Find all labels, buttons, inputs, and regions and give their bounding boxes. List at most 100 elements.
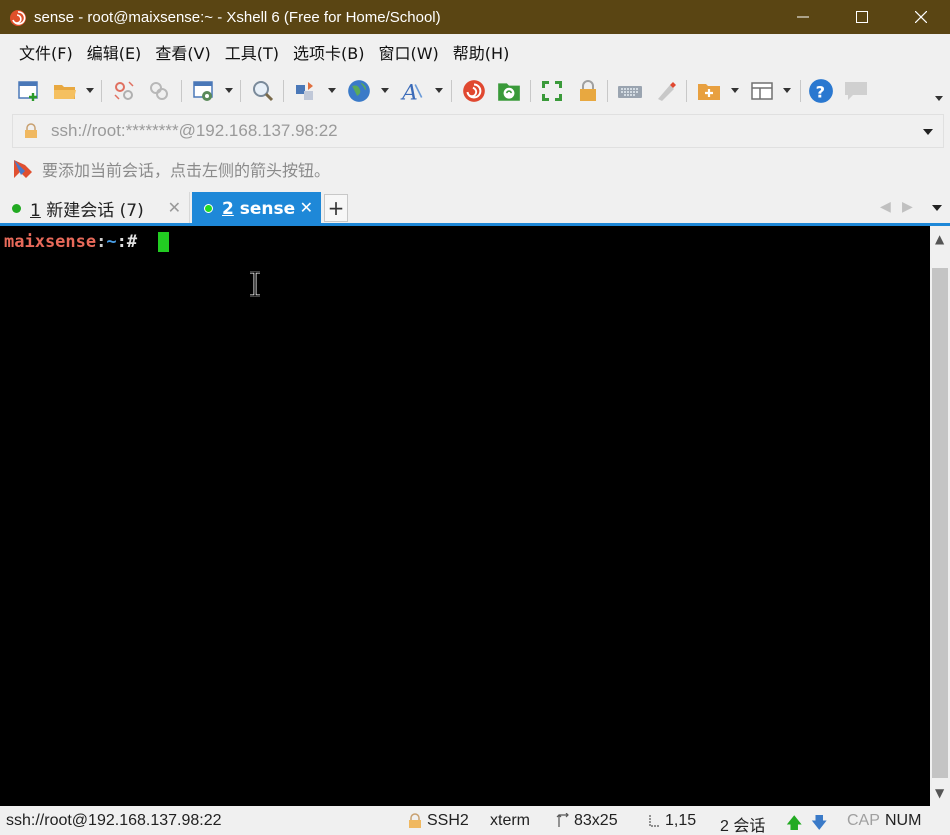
open-dropdown-arrow[interactable] <box>86 88 94 93</box>
layout-button[interactable] <box>749 78 775 104</box>
properties-dropdown-arrow[interactable] <box>225 88 233 93</box>
resize-icon <box>556 813 569 827</box>
new-folder-button[interactable] <box>696 78 722 104</box>
layout-dropdown-arrow[interactable] <box>783 88 791 93</box>
font-button[interactable]: A <box>400 78 426 104</box>
lock-button[interactable] <box>575 78 601 104</box>
tab-list-dropdown-arrow[interactable] <box>932 205 942 211</box>
address-bar[interactable]: ssh://root:********@192.168.137.98:22 <box>12 114 944 148</box>
find-button[interactable] <box>250 78 276 104</box>
status-dot <box>204 204 213 213</box>
shell-prompt: maixsense:~:# <box>4 232 137 252</box>
scrollbar-thumb[interactable] <box>932 268 948 778</box>
status-connection: ssh://root@192.168.137.98:22 <box>6 812 222 829</box>
tab-close-icon[interactable]: ✕ <box>168 198 181 217</box>
status-protocol: SSH2 <box>427 812 469 829</box>
toolbar-overflow-arrow[interactable] <box>935 96 943 101</box>
status-num: NUM <box>885 812 922 829</box>
toolbar-separator <box>181 80 182 102</box>
menu-tabs[interactable]: 选项卡(B) <box>286 40 371 64</box>
menu-tools[interactable]: 工具(T) <box>218 40 286 64</box>
toolbar-separator <box>607 80 608 102</box>
minimize-button[interactable] <box>773 0 832 34</box>
scroll-up-icon[interactable]: ▲ <box>935 232 944 246</box>
tab-label: 2 sense <box>222 198 296 219</box>
toolbar-separator <box>530 80 531 102</box>
terminal-scrollbar[interactable]: ▲ ▼ <box>930 226 950 806</box>
svg-text:A: A <box>400 81 418 104</box>
globe-button[interactable] <box>346 78 372 104</box>
prompt-colon: : <box>96 232 107 252</box>
toolbar-separator <box>686 80 687 102</box>
status-bar: ssh://root@192.168.137.98:22 SSH2 xterm … <box>0 806 950 835</box>
chat-icon <box>845 82 867 100</box>
menu-edit[interactable]: 编辑(E) <box>80 40 149 64</box>
status-size: 83x25 <box>574 812 618 829</box>
reconnect-icon <box>150 82 168 100</box>
menu-view[interactable]: 查看(V) <box>148 40 217 64</box>
status-position: 1,15 <box>665 812 697 829</box>
disconnect-button[interactable] <box>111 78 137 104</box>
tab-close-icon[interactable]: ✕ <box>300 198 313 217</box>
transfer-dropdown-arrow[interactable] <box>328 88 336 93</box>
keyboard-button[interactable] <box>617 78 643 104</box>
tab-scroll-right-icon[interactable]: ▶ <box>902 199 913 215</box>
disconnect-icon <box>114 81 134 100</box>
xshell-button[interactable] <box>461 78 487 104</box>
address-field[interactable]: ssh://root:********@192.168.137.98:22 <box>51 121 338 141</box>
fullscreen-button[interactable] <box>539 78 565 104</box>
maximize-button[interactable] <box>832 0 891 34</box>
menu-file[interactable]: 文件(F) <box>12 40 80 64</box>
toolbar: A ? <box>0 70 950 112</box>
cursor-position-icon <box>649 815 659 827</box>
globe-icon <box>348 80 370 102</box>
highlight-icon <box>658 82 676 101</box>
tab-scroll-left-icon[interactable]: ◀ <box>880 199 891 215</box>
terminal-area[interactable]: maixsense:~:# <box>0 226 930 806</box>
svg-text:?: ? <box>816 83 825 102</box>
font-icon: A <box>400 81 423 104</box>
open-button[interactable] <box>52 78 78 104</box>
transfer-button[interactable] <box>293 78 319 104</box>
close-button[interactable] <box>891 0 950 34</box>
transfer-icon <box>296 82 313 100</box>
tab-bar: 1 新建会话 (7) ✕ 2 sense ✕ + ◀ ▶ <box>0 190 950 225</box>
add-tab-button[interactable]: + <box>324 194 348 222</box>
tab-new-session[interactable]: 1 新建会话 (7) ✕ <box>0 192 190 225</box>
tab-sense[interactable]: 2 sense ✕ <box>192 192 321 225</box>
lock-icon <box>25 123 37 138</box>
toolbar-separator <box>800 80 801 102</box>
hint-bar: 要添加当前会话，点击左侧的箭头按钮。 <box>12 152 944 186</box>
xftp-icon <box>498 83 520 101</box>
highlight-button[interactable] <box>653 78 679 104</box>
font-dropdown-arrow[interactable] <box>435 88 443 93</box>
find-icon <box>253 81 274 102</box>
reconnect-button[interactable] <box>146 78 172 104</box>
xshell-icon <box>463 80 485 102</box>
menu-window[interactable]: 窗口(W) <box>371 40 445 64</box>
title-bar: sense - root@maixsense:~ - Xshell 6 (Fre… <box>0 0 950 34</box>
layout-icon <box>751 82 773 100</box>
add-session-arrow-icon[interactable] <box>12 158 34 180</box>
status-term-type: xterm <box>490 812 530 829</box>
address-dropdown-arrow[interactable] <box>923 129 933 135</box>
download-arrow-icon: 🡇 <box>811 815 828 832</box>
new-session-button[interactable] <box>16 78 42 104</box>
scroll-down-icon[interactable]: ▼ <box>935 786 944 800</box>
prompt-path: ~ <box>106 232 117 252</box>
toolbar-separator <box>101 80 102 102</box>
menu-help[interactable]: 帮助(H) <box>446 40 517 64</box>
fullscreen-icon <box>542 81 562 101</box>
xftp-button[interactable] <box>496 78 522 104</box>
properties-button[interactable] <box>191 78 217 104</box>
menu-bar: 文件(F) 编辑(E) 查看(V) 工具(T) 选项卡(B) 窗口(W) 帮助(… <box>0 34 950 70</box>
toolbar-separator <box>451 80 452 102</box>
text-cursor-icon <box>250 271 260 297</box>
help-button[interactable]: ? <box>808 78 834 104</box>
status-dot <box>12 204 21 213</box>
help-icon: ? <box>809 79 833 103</box>
chat-button[interactable] <box>843 78 869 104</box>
tab-label: 1 新建会话 (7) <box>30 201 144 221</box>
globe-dropdown-arrow[interactable] <box>381 88 389 93</box>
new-folder-dropdown-arrow[interactable] <box>731 88 739 93</box>
